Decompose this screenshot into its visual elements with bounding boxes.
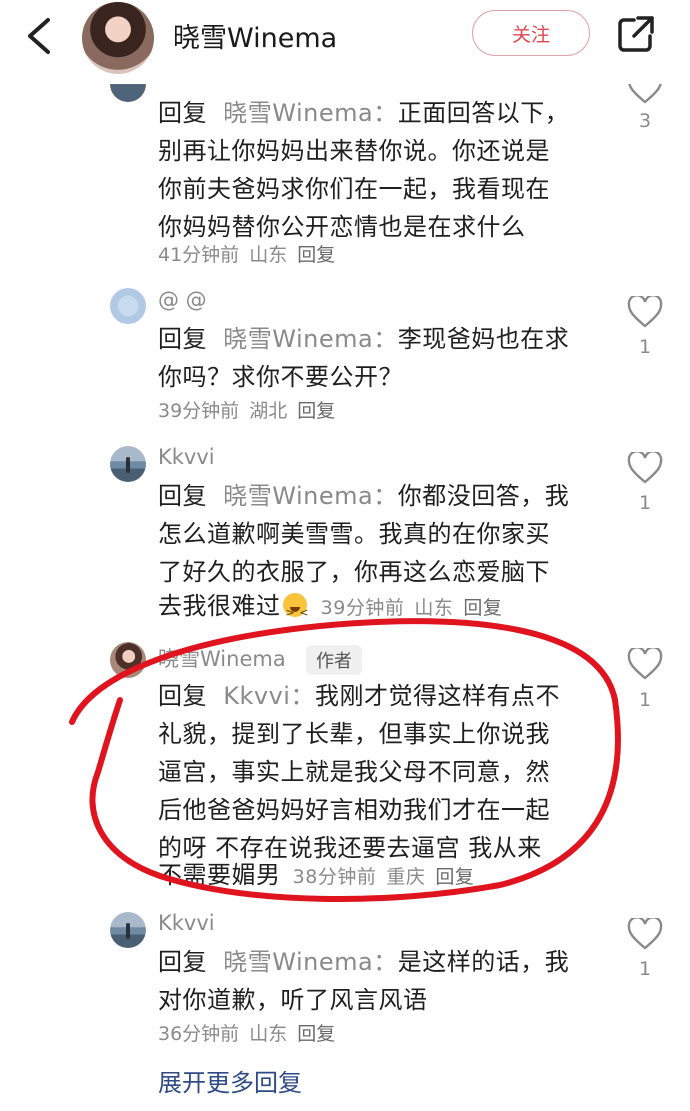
reply-text: 正面回答以下， (397, 99, 570, 127)
reply-target-user[interactable]: Kkvvi： (223, 682, 315, 710)
comment-username[interactable]: 晓雪Winema (158, 643, 286, 673)
reply-button[interactable]: 回复 (463, 597, 502, 619)
header-username[interactable]: 晓雪Winema (173, 16, 337, 55)
reply-prefix: 回复 (158, 682, 207, 710)
location: 山东 (249, 244, 288, 266)
reply-prefix: 回复 (158, 948, 207, 976)
timestamp: 39分钟前 (320, 597, 405, 619)
reply-text: 你都没回答，我 (397, 482, 570, 510)
like-count: 1 (638, 492, 652, 514)
reply-text-line: 怎么道歉啊美雪雪。我真的在你家买 (158, 520, 550, 548)
like-count: 1 (638, 689, 652, 711)
expand-more-replies-link[interactable]: 展开更多回复 (158, 1063, 302, 1098)
reply-text-line: 你吗？求你不要公开？ (158, 363, 403, 391)
reply-text: 是这样的话，我 (397, 948, 570, 976)
reply-text-line: 不需要媚男 38分钟前 重庆 回复 (158, 856, 598, 896)
reply-text-line: 礼貌，提到了长辈，但事实上你说我 (158, 720, 550, 748)
comment-meta: 39分钟前 湖北 回复 (158, 396, 345, 423)
reply-target-user[interactable]: 晓雪Winema： (223, 482, 397, 510)
reply-text-line: 你前夫爸妈求你们在一起，我看现在 (158, 175, 550, 203)
reply-target-user[interactable]: 晓雪Winema： (223, 325, 397, 353)
timestamp: 38分钟前 (292, 866, 377, 888)
reply-text-line: 回复 晓雪Winema：你都没回答，我 (158, 477, 598, 515)
like-count: 3 (638, 110, 652, 132)
timestamp: 41分钟前 (158, 244, 240, 266)
share-icon[interactable] (616, 14, 656, 54)
reply-text-line: 回复 晓雪Winema：正面回答以下， (158, 94, 598, 132)
location: 重庆 (386, 866, 426, 888)
avatar[interactable] (110, 288, 146, 324)
reply-text: 李现爸妈也在求 (397, 325, 570, 353)
back-arrow-icon[interactable] (22, 16, 56, 56)
avatar[interactable] (110, 642, 146, 678)
author-badge: 作者 (306, 645, 362, 675)
heart-icon[interactable] (627, 296, 663, 328)
reply-text-line: 对你道歉，听了风言风语 (158, 986, 428, 1014)
location: 山东 (414, 597, 454, 619)
follow-button[interactable]: 关注 (472, 10, 590, 56)
avatar[interactable] (110, 912, 146, 948)
top-bar: 晓雪Winema 关注 (0, 0, 690, 84)
reply-text-line: 了好久的衣服了，你再这么恋爱脑下 (158, 558, 550, 586)
comment-username[interactable]: @ @ (158, 288, 207, 312)
reply-text-line: 回复 Kkvvi：我刚才觉得这样有点不 (158, 677, 598, 715)
reply-text: 不需要媚男 (158, 861, 281, 889)
comment-meta: 41分钟前 山东 回复 (158, 240, 345, 267)
reply-button[interactable]: 回复 (297, 400, 335, 422)
heart-icon[interactable] (627, 648, 663, 680)
reply-text-line: 逼宫，事实上就是我父母不同意，然 (158, 758, 550, 786)
heart-icon[interactable] (627, 918, 663, 950)
reply-text: 去我很难过 (158, 592, 281, 620)
comment-username[interactable]: Kkvvi (158, 445, 215, 469)
reply-prefix: 回复 (158, 325, 207, 353)
comment-meta: 39分钟前 山东 回复 (321, 597, 513, 619)
like-count: 1 (638, 958, 652, 980)
reply-text-line: 后他爸爸妈妈好言相劝我们才在一起 (158, 796, 550, 824)
timestamp: 39分钟前 (158, 400, 240, 422)
comment-meta: 36分钟前 山东 回复 (158, 1019, 345, 1046)
location: 山东 (249, 1023, 288, 1045)
heart-icon[interactable] (627, 452, 663, 484)
reply-prefix: 回复 (158, 482, 207, 510)
reply-button[interactable]: 回复 (297, 244, 335, 266)
header-avatar[interactable] (82, 2, 154, 74)
reply-button[interactable]: 回复 (297, 1023, 335, 1045)
location: 湖北 (249, 400, 288, 422)
like-count: 1 (638, 336, 652, 358)
avatar[interactable] (110, 446, 146, 482)
reply-prefix: 回复 (158, 99, 207, 127)
reply-text: 我刚才觉得这样有点不 (314, 682, 560, 710)
reply-text-line: 回复 晓雪Winema：李现爸妈也在求 (158, 320, 598, 358)
sad-emoji-icon (282, 593, 309, 632)
reply-text-line: 别再让你妈妈出来替你说。你还说是 (158, 137, 550, 165)
reply-button[interactable]: 回复 (435, 866, 474, 888)
reply-target-user[interactable]: 晓雪Winema： (223, 948, 397, 976)
comment-username[interactable]: Kkvvi (158, 911, 215, 935)
reply-text-line: 去我很难过 39分钟前山东回复 (158, 587, 598, 632)
comment-meta: 38分钟前 重庆 回复 (293, 866, 485, 888)
timestamp: 36分钟前 (158, 1023, 240, 1045)
reply-target-user[interactable]: 晓雪Winema： (223, 99, 397, 127)
reply-text-line: 回复 晓雪Winema：是这样的话，我 (158, 943, 598, 981)
